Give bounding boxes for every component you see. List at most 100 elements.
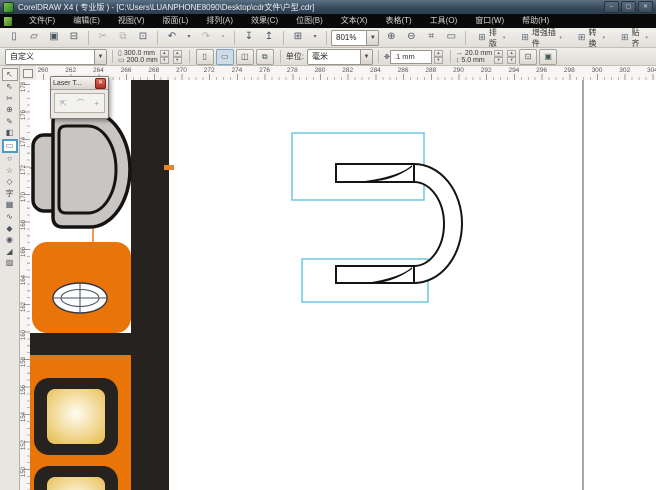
ellipse-tool[interactable]: ○ (2, 153, 18, 165)
export-button[interactable]: ↥ (260, 29, 278, 46)
paper-height-value[interactable]: 200.0 mm (127, 57, 158, 64)
graphic-options-button[interactable]: ▣ (539, 49, 557, 65)
duplicate-stepper[interactable]: ▲▼ (494, 50, 503, 64)
text-tool[interactable]: 字 (2, 188, 18, 200)
hruler-label: 300 (587, 67, 607, 74)
duplicate-x-value[interactable]: 20.0 mm (465, 50, 492, 57)
paste-button[interactable]: ⊡ (134, 29, 152, 46)
enhance-plugin-button[interactable]: ⊞增强插件▾ (516, 29, 567, 47)
table-tool[interactable]: ▦ (2, 199, 18, 211)
menu-item[interactable]: 排列(A) (197, 14, 242, 28)
page-preset-value: 自定义 (6, 51, 94, 62)
hruler-label: 278 (282, 67, 302, 74)
close-button[interactable]: ✕ (638, 1, 653, 13)
floating-toolbar-title: Laser T... (53, 80, 95, 87)
chevron-down-icon[interactable]: ▼ (94, 50, 106, 64)
layout-plugin-button[interactable]: ⊞排版▾ (473, 29, 510, 47)
vruler-label: 166 (21, 242, 27, 262)
print-button[interactable]: ⊟ (65, 29, 83, 46)
chair-symbol[interactable] (33, 112, 130, 227)
nudge-offset-input[interactable]: .1 mm (390, 50, 432, 64)
shape-tool[interactable]: ⇖ (2, 81, 18, 93)
nudge-stepper[interactable]: ▲▼ (434, 50, 443, 64)
redo-dropdown[interactable]: ▾ (217, 29, 229, 46)
outline-tool[interactable]: ◉ (2, 234, 18, 246)
hruler-label: 268 (144, 67, 164, 74)
basic-shapes-tool[interactable]: ◇ (2, 176, 18, 188)
zoom-tool[interactable]: ⊕ (2, 104, 18, 116)
snap-curve-tool[interactable]: ⌒ (77, 98, 85, 109)
snap-plugin-button[interactable]: ⊞贴齐▾ (616, 29, 653, 47)
maximize-button[interactable]: ▢ (621, 1, 636, 13)
copy-button[interactable]: ⧉ (114, 29, 132, 46)
snap-add-tool[interactable]: + (94, 99, 99, 108)
duplicate-y-value[interactable]: 5.0 mm (461, 57, 484, 64)
minimize-button[interactable]: – (604, 1, 619, 13)
landscape-button[interactable]: ▭ (216, 49, 234, 65)
snap-pick-tool[interactable]: ⇱ (60, 99, 67, 108)
current-page-button[interactable]: ⧉ (256, 49, 274, 65)
hruler-label: 262 (61, 67, 81, 74)
import-button[interactable]: ↧ (240, 29, 258, 46)
zoom-level-combo[interactable]: 801% ▼ (331, 30, 379, 46)
sink-cabinet[interactable] (32, 242, 131, 333)
horizontal-ruler[interactable]: 2602622642662682702722742762782802822842… (36, 66, 656, 81)
app-launcher-button[interactable]: ⊞ (289, 29, 307, 46)
fill-tool[interactable]: ◢ (2, 246, 18, 258)
menu-item[interactable]: 位图(B) (287, 14, 332, 28)
close-icon[interactable]: ✕ (95, 78, 106, 89)
zoom-in-button[interactable]: ⊕ (382, 29, 400, 46)
paper-width-value[interactable]: 300.0 mm (124, 50, 155, 57)
smart-fill-tool[interactable]: ◧ (2, 127, 18, 139)
new-button[interactable]: ▯ (5, 29, 23, 46)
blend-tool[interactable]: ∿ (2, 211, 18, 223)
zoom-page-button[interactable]: ▭ (442, 29, 460, 46)
crop-tool[interactable]: ✂ (2, 93, 18, 105)
menu-item[interactable]: 文件(F) (20, 14, 64, 28)
paper-size-stepper2[interactable]: ▲▼ (173, 50, 182, 64)
treat-as-filled-button[interactable]: ⊡ (519, 49, 537, 65)
menu-item[interactable]: 表格(T) (376, 14, 420, 28)
hruler-label: 280 (310, 67, 330, 74)
polygon-tool[interactable]: ☆ (2, 165, 18, 177)
freehand-tool[interactable]: ✎ (2, 116, 18, 128)
menu-item[interactable]: 工具(O) (421, 14, 467, 28)
menu-item[interactable]: 效果(C) (242, 14, 287, 28)
redo-button[interactable]: ↷ (197, 29, 215, 46)
wall-shape[interactable] (131, 80, 169, 490)
pick-tool[interactable]: ↖ (2, 68, 18, 81)
zoom-out-button[interactable]: ⊖ (402, 29, 420, 46)
undo-dropdown[interactable]: ▾ (183, 29, 195, 46)
chevron-down-icon[interactable]: ▼ (366, 31, 378, 45)
laser-tools-floating-toolbar[interactable]: Laser T... ✕ ⇱ ⌒ + (50, 76, 109, 119)
interactive-fill-tool[interactable]: ▨ (2, 257, 18, 269)
app-launcher-dropdown[interactable]: ▾ (309, 29, 321, 46)
all-pages-button[interactable]: ◫ (236, 49, 254, 65)
coreldraw-logo-icon (4, 17, 12, 26)
c-shape-object[interactable] (336, 164, 462, 284)
duplicate-stepper2[interactable]: ▲▼ (507, 50, 516, 64)
cut-button[interactable]: ✂ (94, 29, 112, 46)
menu-item[interactable]: 视图(V) (109, 14, 154, 28)
undo-button[interactable]: ↶ (163, 29, 181, 46)
convert-plugin-button[interactable]: ⊞转换▾ (573, 29, 610, 47)
paper-width-icon: ▯ (118, 50, 122, 57)
floating-toolbar-titlebar[interactable]: Laser T... ✕ (51, 77, 108, 90)
rectangle-tool[interactable]: ▭ (2, 139, 18, 153)
save-button[interactable]: ▣ (45, 29, 63, 46)
burner (47, 477, 105, 490)
page-preset-combo[interactable]: 自定义 ▼ (5, 49, 107, 65)
paper-size-stepper[interactable]: ▲▼ (160, 50, 169, 64)
menu-item[interactable]: 编辑(E) (64, 14, 109, 28)
drawing-canvas[interactable] (30, 80, 656, 490)
eyedropper-tool[interactable]: ◆ (2, 223, 18, 235)
units-combo[interactable]: 毫米 ▼ (307, 49, 373, 65)
menu-item[interactable]: 版面(L) (154, 14, 198, 28)
toolbox: ↖⇖✂⊕✎◧▭○☆◇字▦∿◆◉◢▨ (0, 66, 20, 490)
open-button[interactable]: ▱ (25, 29, 43, 46)
menu-item[interactable]: 文本(X) (332, 14, 377, 28)
zoom-selected-button[interactable]: ⌗ (422, 29, 440, 46)
stove-symbol[interactable] (30, 355, 131, 490)
chevron-down-icon[interactable]: ▼ (360, 50, 372, 64)
portrait-button[interactable]: ▯ (196, 49, 214, 65)
